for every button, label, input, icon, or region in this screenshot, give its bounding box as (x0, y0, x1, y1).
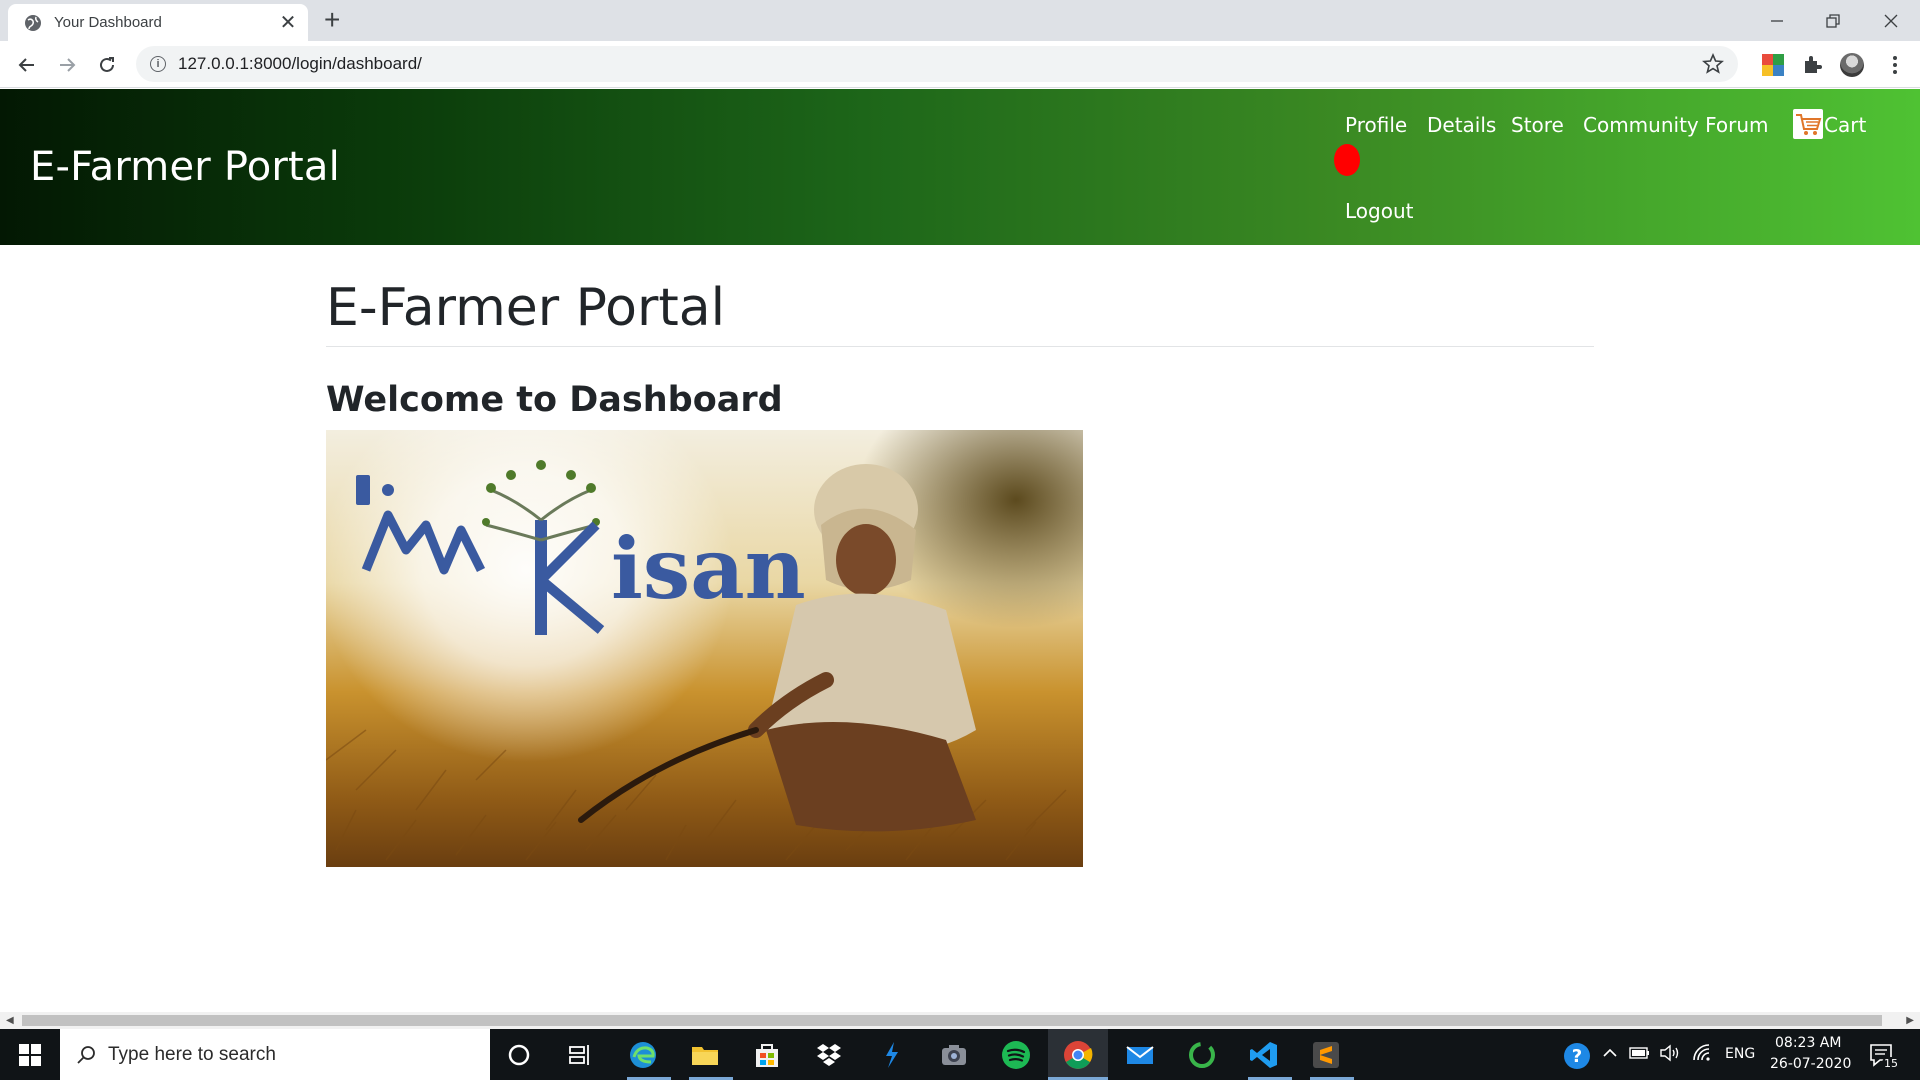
svg-text:isan: isan (611, 519, 806, 618)
blue-bolt-app-icon[interactable] (876, 1039, 908, 1071)
camera-icon[interactable] (938, 1039, 970, 1071)
address-bar[interactable]: i 127.0.0.1:8000/login/dashboard/ (136, 46, 1738, 82)
new-tab-icon[interactable]: + (324, 6, 340, 34)
close-window-icon[interactable] (1862, 0, 1920, 41)
welcome-heading: Welcome to Dashboard (326, 380, 783, 420)
menu-kebab-icon[interactable] (1883, 53, 1907, 77)
site-header: E-Farmer Portal Profile Details Store Co… (0, 89, 1920, 245)
mkisan-logo: isan (356, 460, 806, 635)
reload-icon[interactable] (93, 51, 121, 79)
nav-profile-link[interactable]: Profile (1345, 113, 1407, 137)
file-explorer-icon[interactable] (689, 1039, 721, 1071)
nav-details-link[interactable]: Details (1427, 113, 1496, 137)
windows-logo-icon (19, 1043, 41, 1066)
svg-text:?: ? (1572, 1046, 1582, 1067)
task-view-icon[interactable] (564, 1039, 596, 1071)
mail-icon[interactable] (1124, 1039, 1156, 1071)
wifi-icon[interactable] (1692, 1043, 1712, 1063)
edge-icon[interactable] (627, 1039, 659, 1071)
extensions-puzzle-icon[interactable] (1801, 53, 1825, 77)
battery-icon[interactable] (1629, 1045, 1651, 1061)
extension-colorful-icon[interactable] (1761, 53, 1785, 77)
search-placeholder: Type here to search (108, 1043, 276, 1065)
close-tab-icon[interactable]: ✕ (278, 13, 298, 33)
browser-toolbar: i 127.0.0.1:8000/login/dashboard/ (0, 41, 1920, 88)
start-button[interactable] (0, 1029, 60, 1080)
dropbox-icon[interactable] (813, 1039, 845, 1071)
spotify-icon[interactable] (1000, 1039, 1032, 1071)
back-icon[interactable] (13, 51, 41, 79)
title-divider (326, 346, 1594, 347)
globe-icon (25, 14, 41, 31)
chrome-icon[interactable] (1062, 1039, 1094, 1071)
scroll-left-icon[interactable]: ◀ (6, 1015, 14, 1026)
store-icon[interactable] (751, 1039, 783, 1071)
nav-community-forum-link[interactable]: Community Forum (1583, 113, 1769, 137)
nav-cart-link[interactable]: Cart (1824, 113, 1866, 137)
browser-tab[interactable]: Your Dashboard ✕ (8, 4, 308, 41)
taskbar-search[interactable]: Type here to search (60, 1029, 490, 1080)
site-info-icon[interactable]: i (150, 56, 166, 72)
cart-icon[interactable] (1793, 109, 1823, 139)
site-brand[interactable]: E-Farmer Portal (30, 144, 340, 190)
search-icon (77, 1045, 95, 1064)
hero-illustration: isan (326, 460, 1067, 861)
browser-tabstrip: Your Dashboard ✕ + (0, 0, 1920, 41)
scrollbar-thumb[interactable] (22, 1015, 1882, 1026)
address-url: 127.0.0.1:8000/login/dashboard/ (178, 54, 422, 73)
sublime-text-icon[interactable] (1310, 1039, 1342, 1071)
cortana-icon[interactable] (503, 1039, 535, 1071)
help-icon[interactable]: ? (1562, 1041, 1592, 1071)
chevron-up-icon[interactable] (1602, 1045, 1618, 1061)
scroll-right-icon[interactable]: ▶ (1906, 1015, 1914, 1026)
nav-store-link[interactable]: Store (1511, 113, 1564, 137)
hero-image: isan (326, 430, 1083, 867)
language-indicator[interactable]: ENG (1725, 1046, 1755, 1062)
clock-date[interactable]: 26-07-2020 (1770, 1056, 1851, 1072)
nav-logout-link[interactable]: Logout (1345, 199, 1413, 223)
page-title: E-Farmer Portal (326, 278, 726, 338)
taskbar: Type here to search ? ENG 08:23 AM 26-07… (0, 1029, 1920, 1080)
notification-dot (1334, 144, 1360, 176)
vscode-icon[interactable] (1248, 1039, 1280, 1071)
tab-title: Your Dashboard (54, 14, 162, 31)
clock-time[interactable]: 08:23 AM (1775, 1035, 1841, 1051)
horizontal-scrollbar[interactable]: ◀ ▶ (0, 1012, 1920, 1029)
profile-avatar-icon[interactable] (1840, 53, 1864, 77)
restore-icon[interactable] (1804, 0, 1862, 41)
forward-icon[interactable] (53, 51, 81, 79)
green-circle-app-icon[interactable] (1186, 1039, 1218, 1071)
minimize-icon[interactable] (1748, 0, 1806, 41)
bookmark-star-icon[interactable] (1702, 53, 1724, 75)
volume-icon[interactable] (1659, 1043, 1681, 1063)
notification-count: 15 (1882, 1057, 1900, 1070)
